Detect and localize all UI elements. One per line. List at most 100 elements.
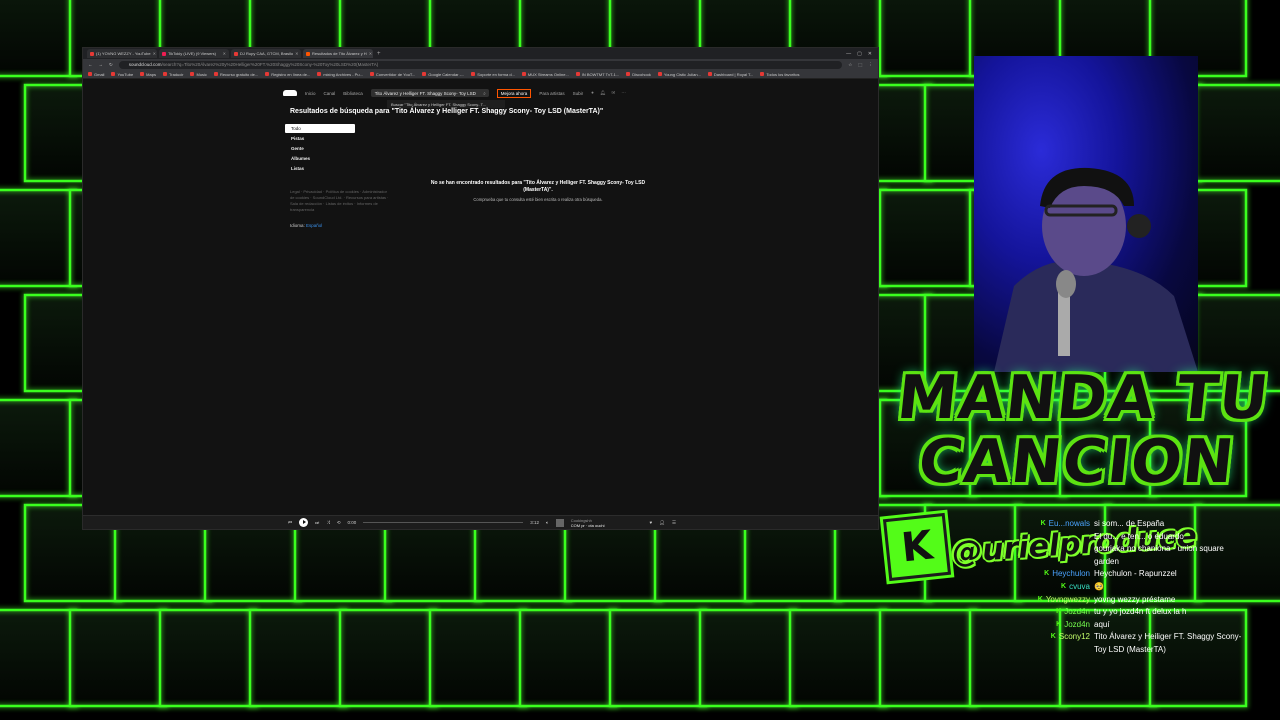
bookmark-item[interactable]: Gmail [88, 72, 104, 77]
new-tab-button[interactable]: + [377, 51, 381, 57]
upgrade-button[interactable]: Mejora ahora [496, 88, 532, 98]
messages-icon[interactable]: ✉ [612, 90, 616, 96]
nav-library[interactable]: Biblioteca [343, 91, 363, 96]
reload-icon[interactable]: ↻ [109, 62, 113, 68]
close-icon[interactable]: ✕ [369, 51, 372, 56]
youtube-icon [234, 51, 238, 56]
no-results-hint: Comprueba que tu consulta esté bien escr… [473, 197, 603, 202]
bookmark-icon [760, 72, 765, 76]
queue-icon[interactable]: ☰ [672, 520, 676, 526]
notifications-icon[interactable]: 🔔︎ [600, 90, 606, 96]
footer-links[interactable]: Legal · Privacidad · Política de cookies… [290, 189, 390, 213]
minimize-button[interactable]: — [846, 51, 851, 57]
neon-cube [248, 608, 348, 708]
bookmark-item[interactable]: mixing Archives - Pu... [317, 72, 363, 77]
back-icon[interactable]: ← [88, 62, 93, 67]
volume-icon[interactable]: 🔈︎ [546, 520, 549, 525]
play-button[interactable] [299, 518, 309, 527]
url-input[interactable]: soundcloud.com/search?q=Tito%20Álvarez%2… [118, 60, 843, 69]
follow-icon[interactable]: 👤︎ [659, 520, 665, 526]
filter-albums[interactable]: Álbumes [285, 154, 355, 163]
tab-youtube-rupy[interactable]: DJ Rupy CAA, GTCM, Brasilo ✕ [231, 49, 301, 58]
no-results-message: No se han encontrado resultados para "Ti… [430, 180, 646, 193]
chat-user [1020, 543, 1090, 568]
filter-playlists[interactable]: Listas [285, 164, 355, 173]
chat-text: si som... de España [1094, 519, 1165, 528]
bookmark-item[interactable]: Young Cistic Julian... [657, 72, 701, 77]
chat-username[interactable]: Scony12 [1059, 631, 1090, 656]
bookmark-item[interactable]: Discohook [626, 72, 651, 77]
bookmark-icon [140, 72, 145, 76]
nav-home[interactable]: Inicio [305, 91, 316, 96]
now-playing[interactable]: Cookingshh COM pr · ota ouchi [571, 518, 605, 528]
chat-text: El du... e ten... o eduardo [1094, 531, 1184, 541]
close-window-button[interactable]: ✕ [868, 51, 872, 57]
search-input[interactable]: Tito Álvarez y Helliger FT. Shaggy Scony… [370, 89, 489, 97]
star-icon[interactable]: ☆ [848, 62, 852, 68]
chat-user: K Yovngwezzy [1020, 594, 1090, 607]
avatar[interactable]: ● [591, 90, 594, 96]
bookmark-item[interactable]: YouTube [111, 72, 133, 77]
bookmark-item[interactable]: Registro en línea de... [265, 72, 310, 77]
tab-soundcloud-results[interactable]: Resultados de Tito Álvarez y H ✕ [303, 49, 373, 58]
close-icon[interactable]: ✕ [153, 51, 156, 56]
extensions-icon[interactable]: ⬚ [858, 62, 862, 68]
result-filters: Todo Pistas Gente Álbumes Listas [285, 124, 355, 173]
chat-username[interactable]: cvuva [1069, 581, 1090, 594]
chat-username[interactable]: Jozd4n [1064, 606, 1090, 619]
bookmark-item[interactable]: Maps [140, 72, 156, 77]
upload-link[interactable]: Subir [573, 91, 584, 96]
bookmark-item[interactable]: MUX Streams Online... [521, 72, 569, 77]
search-icon[interactable]: ⌕ [483, 91, 489, 96]
chat-message: gourjaka no chaniona - union square gard… [1020, 543, 1250, 568]
close-icon[interactable]: ✕ [223, 51, 226, 56]
menu-icon[interactable]: ⋮ [869, 62, 874, 68]
bookmark-item[interactable]: Dashboard | Royal T... [707, 72, 753, 77]
bookmark-item[interactable]: Convertidor de YouT... [369, 72, 415, 77]
bookmark-item[interactable]: Music [190, 72, 207, 77]
shuffle-icon[interactable]: ⤨ [326, 520, 330, 525]
for-artists-link[interactable]: Para artistas [539, 91, 564, 96]
chat-message: K Jozd4n tu y yo jozd4n ft delux la h [1020, 606, 1250, 619]
bookmark-item[interactable]: Traducir [162, 72, 183, 77]
track-artwork[interactable] [555, 518, 564, 527]
search-suggestion[interactable]: Buscar "Tito Álvarez y Helliger FT. Shag… [387, 100, 505, 108]
bookmark-icon [111, 72, 116, 76]
next-icon[interactable]: ⏭ [315, 520, 319, 525]
window-controls: — ▢ ✕ [846, 51, 878, 57]
chat-text: tu y yo jozd4n ft delux la h [1094, 607, 1187, 617]
bookmark-item[interactable]: IN BOWTMT TvT-1... [575, 72, 619, 77]
progress-bar[interactable] [363, 522, 524, 523]
repeat-icon[interactable]: ⟲ [337, 520, 341, 526]
like-icon[interactable]: ♥ [650, 520, 653, 525]
maximize-button[interactable]: ▢ [857, 51, 862, 57]
tab-youtube-wezzy[interactable]: (1) YOVNG WEZZY - YouTube ✕ [87, 49, 157, 58]
bookmark-item[interactable]: Google Calendar -... [422, 72, 464, 77]
chat-message: K Heychulon Heychulon - Rapunzzel [1020, 568, 1250, 581]
language-link[interactable]: Español [306, 223, 322, 228]
tab-tiktokly[interactable]: TikTokly (LIVE) (9 Viewers) ✕ [159, 49, 229, 58]
neon-cube [0, 188, 78, 288]
chat-text: 🥺 [1094, 581, 1104, 591]
bookmark-item[interactable]: Todos los favoritos [760, 72, 799, 77]
chat-username[interactable]: Jozd4n [1064, 619, 1090, 632]
chat-message: K Yovngwezzy yovng wezzy préstame [1020, 594, 1250, 607]
filter-all[interactable]: Todo [285, 124, 355, 133]
chat-username[interactable]: Yovngwezzy [1046, 594, 1090, 607]
bookmark-icon [265, 72, 270, 76]
soundcloud-logo-icon[interactable] [283, 90, 297, 96]
bookmark-item[interactable]: Soporte en forma d... [471, 72, 515, 77]
bookmark-item[interactable]: Recurso gratuito de... [213, 72, 258, 77]
nav-feed[interactable]: Canal [324, 91, 336, 96]
neon-cube [788, 608, 888, 708]
more-icon[interactable]: ⋯ [621, 90, 626, 96]
filter-tracks[interactable]: Pistas [285, 134, 355, 143]
filter-people[interactable]: Gente [285, 144, 355, 153]
previous-icon[interactable]: ⏮ [288, 520, 292, 525]
chat-username[interactable]: Heychulon [1052, 568, 1090, 581]
chat-user: K Jozd4n [1020, 606, 1090, 619]
tab-bar: (1) YOVNG WEZZY - YouTube ✕ TikTokly (LIV… [83, 48, 878, 59]
forward-icon[interactable]: → [99, 62, 104, 67]
close-icon[interactable]: ✕ [295, 51, 298, 56]
chat-username[interactable]: Eu...nowals [1049, 518, 1090, 531]
